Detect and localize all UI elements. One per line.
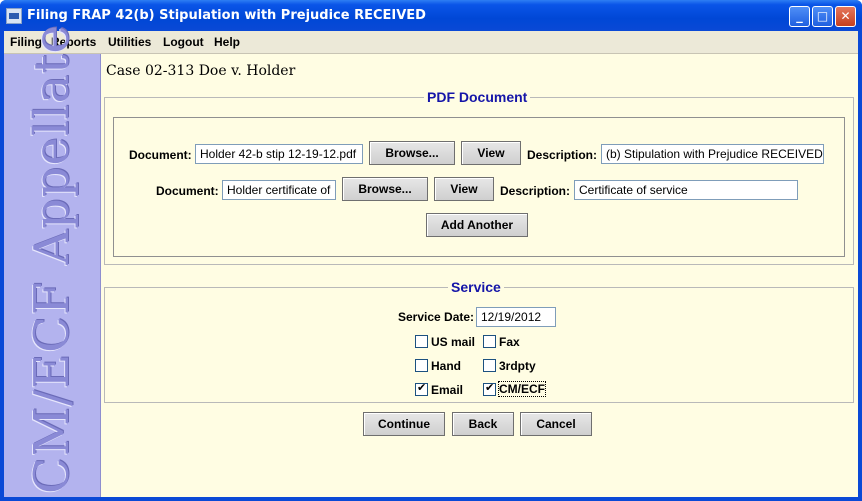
email-label: Email xyxy=(431,383,464,397)
description-field-1[interactable]: (b) Stipulation with Prejudice RECEIVED xyxy=(601,144,824,164)
cancel-button[interactable]: Cancel xyxy=(520,412,592,436)
application-window: Filing FRAP 42(b) Stipulation with Preju… xyxy=(0,0,862,501)
service-date-label: Service Date: xyxy=(398,310,475,324)
view-button-1[interactable]: View xyxy=(461,141,521,165)
hand-label: Hand xyxy=(431,359,461,373)
app-icon xyxy=(6,8,22,24)
description-label: Description: xyxy=(500,184,571,198)
continue-button[interactable]: Continue xyxy=(363,412,445,436)
service-panel: Service Service Date: 12/19/2012 US mail… xyxy=(104,279,854,403)
document-field-1[interactable]: Holder 42-b stip 12-19-12.pdf xyxy=(195,144,363,164)
menu-help[interactable]: Help xyxy=(214,35,240,49)
us-mail-label: US mail xyxy=(431,335,476,349)
sidebar-banner: CM/ECF Appellate xyxy=(4,24,101,497)
menu-logout[interactable]: Logout xyxy=(163,35,204,49)
pdf-document-legend: PDF Document xyxy=(424,89,531,105)
title-bar[interactable]: Filing FRAP 42(b) Stipulation with Preju… xyxy=(0,0,862,31)
cmecf-label: CM/ECF xyxy=(498,381,546,397)
maximize-button[interactable]: □ xyxy=(812,6,833,27)
fax-label: Fax xyxy=(499,335,520,349)
case-title: Case 02-313 Doe v. Holder xyxy=(106,63,296,79)
email-checkbox[interactable] xyxy=(415,381,428,396)
document-label: Document: xyxy=(156,184,219,198)
add-another-button[interactable]: Add Another xyxy=(426,213,528,237)
browse-button-2[interactable]: Browse... xyxy=(342,177,428,201)
description-field-2[interactable]: Certificate of service xyxy=(574,180,798,200)
view-button-2[interactable]: View xyxy=(434,177,494,201)
description-label: Description: xyxy=(527,148,598,162)
service-legend: Service xyxy=(448,279,504,295)
browse-button-1[interactable]: Browse... xyxy=(369,141,455,165)
fax-checkbox[interactable] xyxy=(483,335,496,348)
document-field-2[interactable]: Holder certificate of xyxy=(222,180,336,200)
hand-checkbox[interactable] xyxy=(415,359,428,372)
3rdpty-checkbox[interactable] xyxy=(483,359,496,372)
client-area: CM/ECF Appellate Case 02-313 Doe v. Hold… xyxy=(4,24,858,497)
sidebar-logo-text: CM/ECF Appellate xyxy=(24,24,80,494)
us-mail-checkbox[interactable] xyxy=(415,335,428,348)
window-title: Filing FRAP 42(b) Stipulation with Preju… xyxy=(27,8,426,23)
menu-bar: Filing Reports Utilities Logout Help xyxy=(4,31,858,54)
document-label: Document: xyxy=(129,148,192,162)
cmecf-checkbox[interactable] xyxy=(483,381,496,396)
3rdpty-label: 3rdpty xyxy=(499,359,536,373)
minimize-button[interactable]: _ xyxy=(789,6,810,27)
menu-utilities[interactable]: Utilities xyxy=(108,35,151,49)
close-button[interactable]: ✕ xyxy=(835,6,856,27)
pdf-document-panel: PDF Document Document: Holder 42-b stip … xyxy=(104,89,854,265)
back-button[interactable]: Back xyxy=(452,412,514,436)
service-date-field[interactable]: 12/19/2012 xyxy=(476,307,556,327)
